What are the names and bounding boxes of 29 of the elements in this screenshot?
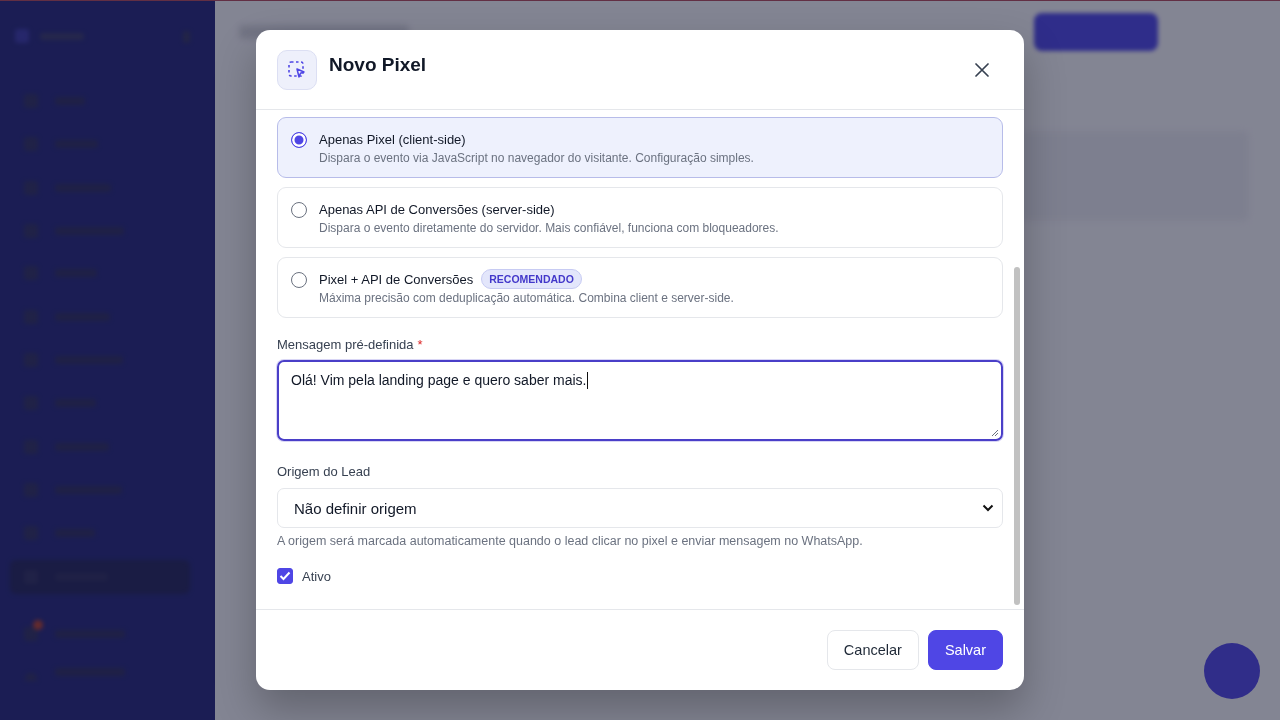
field-hint: A origem será marcada automaticamente quando o lead clicar no pixel e enviar mensagem no WhatsApp. — [277, 534, 864, 548]
option-card[interactable]: Pixel + API de Conversões RECOMENDADO Máxima precisão com deduplicação automática. Combina client e server-side. — [277, 257, 1003, 318]
cancel-button[interactable]: Cancelar — [826, 630, 919, 670]
radio-button[interactable] — [291, 202, 307, 218]
close-icon[interactable] — [975, 63, 989, 77]
origin-select[interactable]: Não definir origem — [277, 488, 1003, 528]
selection-cursor-icon — [277, 50, 317, 90]
chevron-down-icon[interactable] — [982, 504, 994, 512]
option-title: Apenas API de Conversões (server-side) — [319, 201, 555, 217]
resize-grip-icon[interactable] — [991, 429, 999, 437]
option-title: Apenas Pixel (client-side) — [319, 131, 466, 147]
option-description: Máxima precisão com deduplicação automática. Combina client e server-side. — [319, 291, 734, 305]
scrollbar-thumb[interactable] — [1014, 267, 1020, 605]
dialog-title: Novo Pixel — [329, 54, 428, 76]
recommended-badge: RECOMENDADO — [481, 269, 582, 289]
option-card[interactable]: Apenas Pixel (client-side) Dispara o evento via JavaScript no navegador do visitante. Configuração simples. — [277, 117, 1003, 178]
option-description: Dispara o evento diretamente do servidor. Mais confiável, funciona com bloqueadores. — [319, 221, 779, 235]
checkbox-label: Ativo — [302, 568, 331, 584]
option-title: Pixel + API de Conversões — [319, 271, 474, 287]
option-description: Dispara o evento via JavaScript no navegador do visitante. Configuração simples. — [319, 151, 754, 165]
radio-button[interactable] — [291, 272, 307, 288]
field-label: Origem do Lead — [277, 464, 372, 479]
save-button[interactable]: Salvar — [927, 630, 1003, 670]
option-card[interactable]: Apenas API de Conversões (server-side) Dispara o evento diretamente do servidor. Mais confiável, funciona com bloqueadores. — [277, 187, 1003, 248]
message-field[interactable]: Olá! Vim pela landing page e quero saber mais. — [277, 360, 1003, 441]
required-mark: * — [417, 337, 423, 352]
checkbox[interactable] — [277, 568, 293, 584]
field-label: Mensagem pré-definida — [277, 337, 414, 352]
radio-button[interactable] — [291, 132, 307, 148]
